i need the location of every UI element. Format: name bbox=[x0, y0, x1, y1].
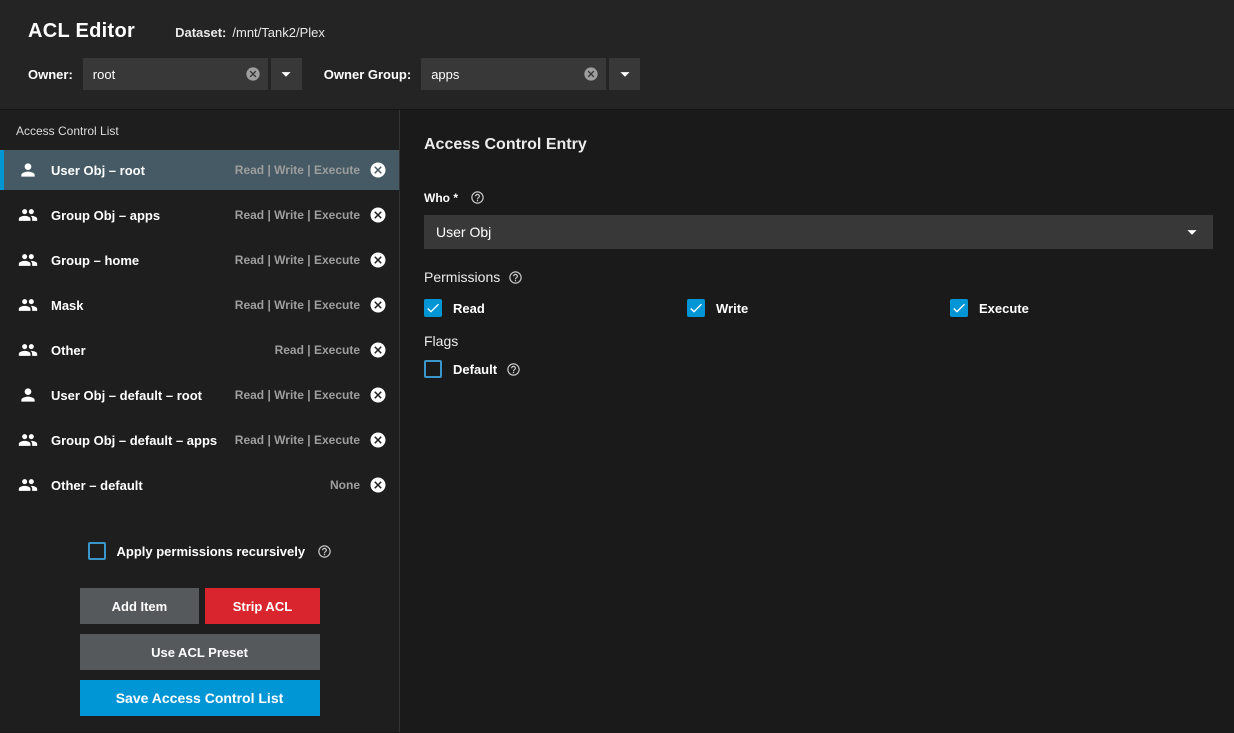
who-select[interactable]: User Obj bbox=[424, 215, 1213, 249]
acl-list-item[interactable]: User Obj – default – root Read | Write | … bbox=[0, 375, 399, 415]
add-item-button[interactable]: Add Item bbox=[80, 588, 200, 624]
ace-permissions-summary: Read | Write | Execute bbox=[235, 208, 360, 222]
who-select-value: User Obj bbox=[436, 224, 491, 240]
owner-group-clear-icon[interactable] bbox=[583, 66, 599, 82]
ace-label: User Obj – root bbox=[51, 163, 145, 178]
group-icon bbox=[18, 430, 38, 450]
execute-checkbox[interactable]: Execute bbox=[950, 299, 1213, 317]
save-acl-button[interactable]: Save Access Control List bbox=[80, 680, 320, 716]
ace-title: Access Control Entry bbox=[424, 136, 1213, 154]
acl-list-item[interactable]: Mask Read | Write | Execute bbox=[0, 285, 399, 325]
checkbox-label: Execute bbox=[979, 301, 1029, 316]
page-title: ACL Editor bbox=[28, 20, 135, 43]
ace-permissions-summary: Read | Write | Execute bbox=[235, 298, 360, 312]
recursive-checkbox-label: Apply permissions recursively bbox=[117, 544, 306, 559]
ace-permissions-summary: Read | Write | Execute bbox=[235, 253, 360, 267]
default-checkbox[interactable]: Default bbox=[424, 360, 521, 378]
owner-dropdown-button[interactable] bbox=[271, 58, 302, 90]
dataset-info: Dataset: /mnt/Tank2/Plex bbox=[175, 25, 325, 40]
remove-ace-icon[interactable] bbox=[369, 341, 387, 359]
remove-ace-icon[interactable] bbox=[369, 386, 387, 404]
help-icon[interactable] bbox=[317, 544, 332, 559]
remove-ace-icon[interactable] bbox=[369, 251, 387, 269]
owner-input[interactable] bbox=[83, 58, 268, 90]
group-icon bbox=[18, 475, 38, 495]
ace-label: Other – default bbox=[51, 478, 143, 493]
dataset-value: /mnt/Tank2/Plex bbox=[232, 25, 325, 40]
owner-group-input[interactable] bbox=[421, 58, 606, 90]
ace-label: User Obj – default – root bbox=[51, 388, 202, 403]
checkbox-box bbox=[424, 360, 442, 378]
strip-acl-button[interactable]: Strip ACL bbox=[205, 588, 319, 624]
permissions-label: Permissions bbox=[424, 269, 500, 285]
owner-group-dropdown-button[interactable] bbox=[609, 58, 640, 90]
ace-label: Other bbox=[51, 343, 86, 358]
access-control-entry-panel: Access Control Entry Who * User Obj Perm… bbox=[400, 110, 1234, 732]
checkbox-box bbox=[950, 299, 968, 317]
recursive-checkbox[interactable]: Apply permissions recursively bbox=[80, 542, 320, 560]
acl-list-item[interactable]: Group – home Read | Write | Execute bbox=[0, 240, 399, 280]
ace-permissions-summary: Read | Write | Execute bbox=[235, 163, 360, 177]
acl-list-panel: Access Control List User Obj – root Read … bbox=[0, 110, 400, 732]
person-icon bbox=[18, 385, 38, 405]
write-checkbox[interactable]: Write bbox=[687, 299, 950, 317]
flag-checkboxes: Default bbox=[424, 360, 1213, 378]
checkbox-box bbox=[687, 299, 705, 317]
ace-label: Group Obj – apps bbox=[51, 208, 160, 223]
ace-label: Group Obj – default – apps bbox=[51, 433, 217, 448]
chevron-down-icon bbox=[1181, 221, 1203, 243]
ace-permissions-summary: Read | Write | Execute bbox=[235, 433, 360, 447]
ace-permissions-summary: Read | Execute bbox=[275, 343, 360, 357]
chevron-down-icon bbox=[614, 63, 636, 85]
who-label: Who * bbox=[424, 191, 458, 205]
owner-group-combo bbox=[421, 58, 606, 90]
remove-ace-icon[interactable] bbox=[369, 431, 387, 449]
ace-label: Mask bbox=[51, 298, 84, 313]
acl-list-title: Access Control List bbox=[0, 110, 399, 150]
acl-list-item[interactable]: Other – default None bbox=[0, 465, 399, 505]
checkbox-label: Default bbox=[453, 362, 497, 377]
remove-ace-icon[interactable] bbox=[369, 296, 387, 314]
chevron-down-icon bbox=[275, 63, 297, 85]
owner-combo bbox=[83, 58, 268, 90]
permission-checkboxes: Read Write Execute bbox=[424, 299, 1213, 317]
owner-group-label: Owner Group: bbox=[324, 67, 411, 82]
remove-ace-icon[interactable] bbox=[369, 161, 387, 179]
checkbox-box bbox=[424, 299, 442, 317]
header-bar: ACL Editor Dataset: /mnt/Tank2/Plex Owner… bbox=[0, 0, 1234, 110]
group-icon bbox=[18, 295, 38, 315]
acl-list-item[interactable]: User Obj – root Read | Write | Execute bbox=[0, 150, 399, 190]
acl-list-item[interactable]: Other Read | Execute bbox=[0, 330, 399, 370]
flags-label: Flags bbox=[424, 333, 458, 349]
checkbox-label: Write bbox=[716, 301, 748, 316]
acl-list-item[interactable]: Group Obj – apps Read | Write | Execute bbox=[0, 195, 399, 235]
remove-ace-icon[interactable] bbox=[369, 476, 387, 494]
permissions-help-icon[interactable] bbox=[508, 270, 523, 285]
who-help-icon[interactable] bbox=[470, 190, 485, 205]
group-icon bbox=[18, 250, 38, 270]
acl-items-container: User Obj – rootRead | Write | ExecuteGro… bbox=[0, 150, 399, 510]
help-icon[interactable] bbox=[506, 362, 521, 377]
dataset-label: Dataset: bbox=[175, 25, 226, 40]
owner-label: Owner: bbox=[28, 67, 73, 82]
group-icon bbox=[18, 340, 38, 360]
acl-list-item[interactable]: Group Obj – default – apps Read | Write |… bbox=[0, 420, 399, 460]
owner-clear-icon[interactable] bbox=[245, 66, 261, 82]
checkbox-box bbox=[88, 542, 106, 560]
ace-permissions-summary: Read | Write | Execute bbox=[235, 388, 360, 402]
ace-label: Group – home bbox=[51, 253, 139, 268]
group-icon bbox=[18, 205, 38, 225]
use-acl-preset-button[interactable]: Use ACL Preset bbox=[80, 634, 320, 670]
read-checkbox[interactable]: Read bbox=[424, 299, 687, 317]
checkbox-label: Read bbox=[453, 301, 485, 316]
person-icon bbox=[18, 160, 38, 180]
ace-permissions-summary: None bbox=[330, 478, 360, 492]
remove-ace-icon[interactable] bbox=[369, 206, 387, 224]
